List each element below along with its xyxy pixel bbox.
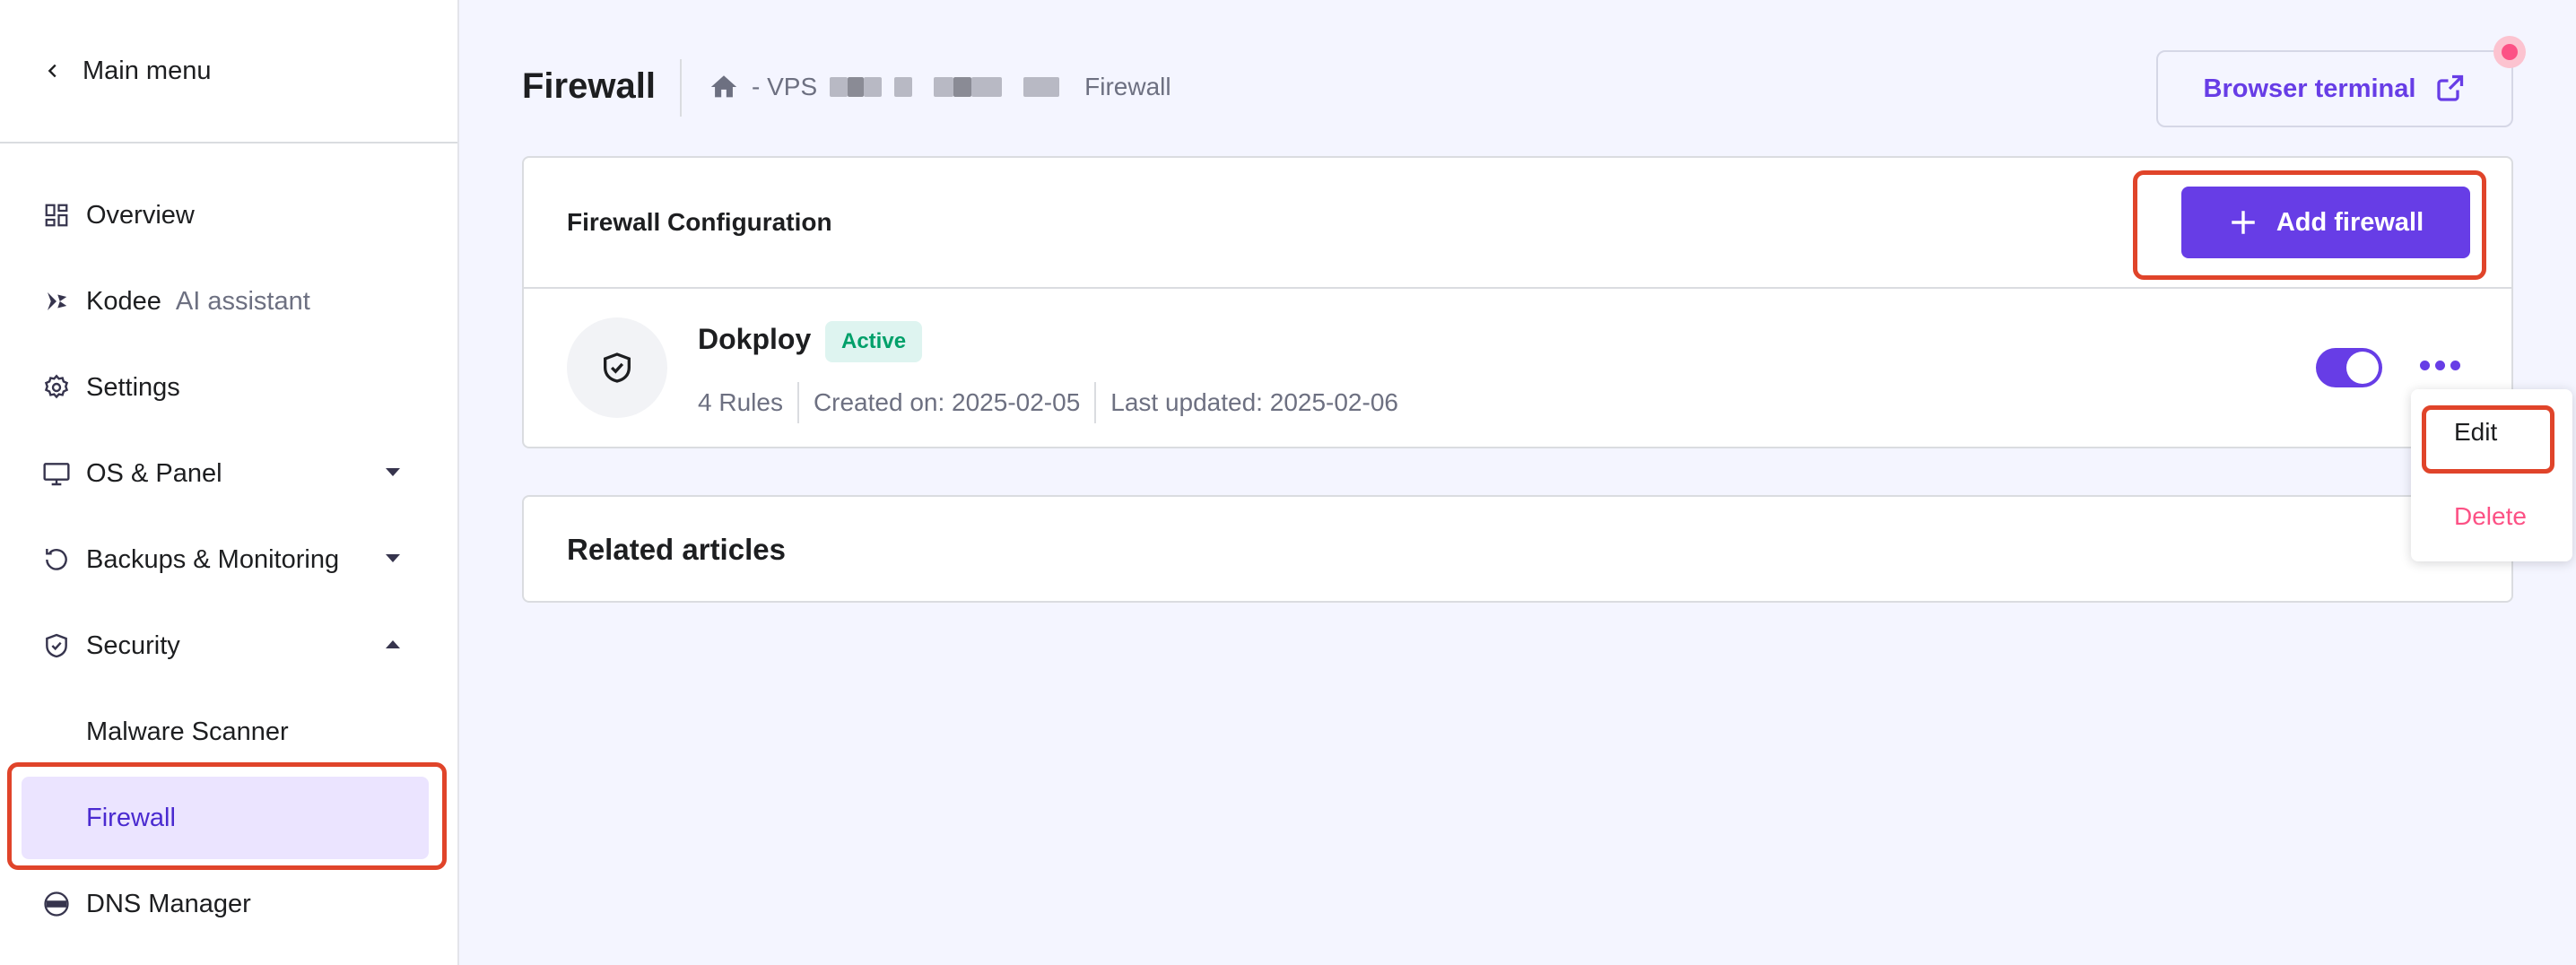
more-options-icon[interactable] <box>2420 361 2460 370</box>
sidebar-item-label: Backups & Monitoring <box>86 544 340 574</box>
sidebar-item-dns-manager[interactable]: DNS Manager <box>0 861 457 947</box>
gear-icon <box>41 372 72 403</box>
sidebar-item-label: Settings <box>86 372 180 402</box>
sidebar-item-settings[interactable]: Settings <box>0 344 457 430</box>
related-articles-card: Related articles <box>522 495 2513 603</box>
created-date: Created on: 2025-02-05 <box>813 388 1081 416</box>
sidebar-item-label: Malware Scanner <box>86 717 289 746</box>
sidebar-item-os-panel[interactable]: OS & Panel <box>0 430 457 517</box>
chevron-left-icon <box>48 64 57 78</box>
firewall-configuration-card: Firewall Configuration Add firewall Dokp… <box>522 156 2513 448</box>
shield-check-icon <box>604 352 631 383</box>
redacted-server-name <box>830 77 1060 97</box>
highlight-outline <box>2422 405 2554 474</box>
firewall-name: Dokploy <box>698 323 812 355</box>
backup-icon <box>41 544 72 575</box>
chevron-down-icon <box>386 554 400 562</box>
chevron-up-icon <box>386 640 400 648</box>
toggle-knob <box>2346 352 2379 384</box>
highlight-outline <box>7 762 447 870</box>
sidebar-item-label: Security <box>86 630 180 660</box>
home-icon[interactable] <box>709 72 739 102</box>
highlight-outline <box>2133 170 2486 280</box>
dns-icon <box>41 889 72 919</box>
firewall-row: Dokploy Active 4 Rules Created on: 2025-… <box>524 289 2511 447</box>
firewall-avatar <box>567 317 667 418</box>
sidebar-item-overview[interactable]: Overview <box>0 172 457 258</box>
breadcrumb-current: Firewall <box>1084 73 1171 100</box>
firewall-enabled-toggle[interactable] <box>2316 348 2382 387</box>
divider <box>680 59 682 117</box>
sidebar-item-security[interactable]: Security <box>0 603 457 689</box>
main-menu-link[interactable]: Main menu <box>0 0 457 143</box>
sidebar-item-kodee[interactable]: Kodee AI assistant <box>0 258 457 344</box>
main-menu-label: Main menu <box>83 56 212 85</box>
browser-terminal-button[interactable]: Browser terminal <box>2156 50 2513 127</box>
sidebar-item-label: Kodee <box>86 286 161 316</box>
page-title: Firewall <box>522 66 656 106</box>
sidebar: Main menu Overview Kodee AI assistant Se… <box>0 0 459 965</box>
divider <box>1094 382 1097 423</box>
delete-menu-item[interactable]: Delete <box>2454 502 2527 531</box>
related-articles-title: Related articles <box>567 533 786 566</box>
sidebar-item-label: DNS Manager <box>86 889 251 918</box>
overview-icon <box>41 200 72 230</box>
sidebar-item-label: OS & Panel <box>86 458 222 488</box>
divider <box>796 382 799 423</box>
breadcrumb: - VPS Firewall <box>709 72 1171 102</box>
notification-dot <box>2493 36 2526 68</box>
sidebar-item-backups-monitoring[interactable]: Backups & Monitoring <box>0 517 457 603</box>
breadcrumb-vps[interactable]: - VPS <box>752 73 817 101</box>
shield-icon <box>41 630 72 661</box>
browser-terminal-label: Browser terminal <box>2203 74 2416 103</box>
card-title: Firewall Configuration <box>567 208 832 236</box>
sidebar-item-label: Overview <box>86 200 195 230</box>
status-badge: Active <box>825 321 923 362</box>
kodee-icon <box>41 286 72 317</box>
firewall-meta: 4 Rules Created on: 2025-02-05 Last upda… <box>698 382 1398 423</box>
monitor-icon <box>41 458 72 489</box>
chevron-down-icon <box>386 468 400 476</box>
external-link-icon <box>2437 74 2464 101</box>
updated-date: Last updated: 2025-02-06 <box>1110 388 1398 416</box>
sidebar-item-sublabel: AI assistant <box>175 286 310 316</box>
rules-count: 4 Rules <box>698 388 783 416</box>
